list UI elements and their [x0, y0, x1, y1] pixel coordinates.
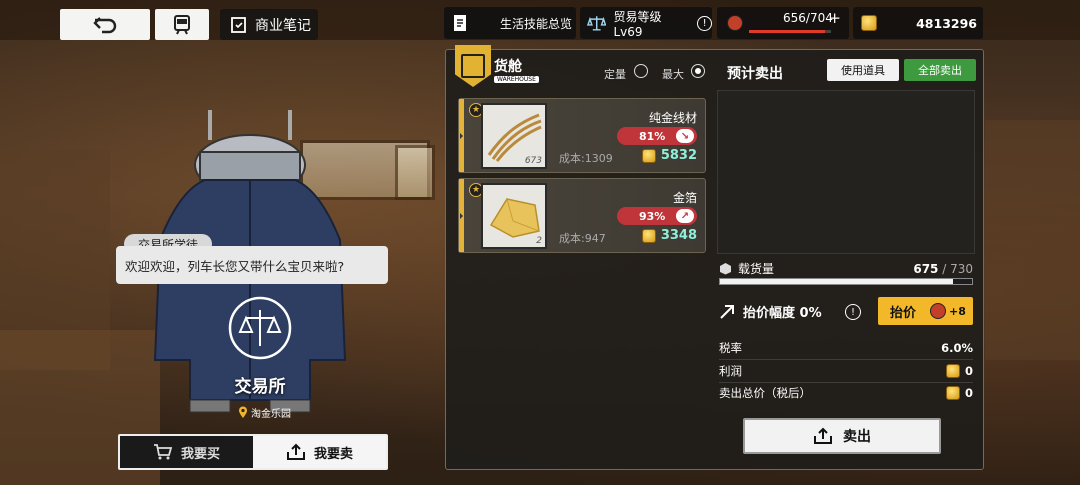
item-price: 3348: [641, 228, 697, 243]
cube-icon: [720, 263, 731, 275]
preview-title: 预计卖出: [727, 66, 783, 82]
bargain-button-label: 抬价: [890, 305, 917, 321]
coin-icon: [641, 228, 656, 243]
notebook-icon: [231, 16, 246, 33]
bargain-rate-label: 抬价幅度 0%: [743, 306, 822, 321]
cargo-capacity-row: 载货量 675 / 730: [719, 260, 973, 277]
business-notes-label: 商业笔记: [255, 17, 311, 34]
business-notes-button[interactable]: 商业笔记: [220, 9, 318, 40]
item-name: 金箔: [672, 191, 697, 205]
total-row: 卖出总价（税后） 0: [719, 385, 973, 404]
trend-up-arrow-icon: ↗: [676, 209, 694, 223]
warehouse-title: 货舱: [494, 59, 522, 75]
coin-icon: [641, 148, 656, 163]
export-tray-icon: [286, 443, 305, 460]
tax-value: 6.0%: [941, 341, 973, 355]
item-price-value: 5832: [660, 148, 697, 163]
cargo-label: 载货量: [738, 262, 775, 276]
location-pin-icon: [239, 406, 247, 418]
background-window: [395, 145, 435, 200]
item-price: 5832: [641, 148, 697, 163]
shopping-cart-icon: [153, 444, 173, 460]
trade-mode-switch: 我要买 我要卖: [118, 434, 388, 470]
item-cost: 成本:1309: [559, 152, 613, 165]
bargain-bonus: +8: [949, 304, 966, 318]
trade-panel: 货舱 WAREHOUSE 定量 最大 ★ 673 纯金线材 81% ↘ 成本:1…: [445, 45, 984, 470]
plus-icon[interactable]: +: [828, 9, 841, 27]
coin-icon: [945, 386, 960, 400]
profit-row: 利润 0: [719, 363, 973, 383]
station-name: 交易所: [234, 377, 286, 397]
fatigue-bar: [749, 30, 831, 33]
train-icon: [174, 14, 190, 34]
fixed-amount-radio[interactable]: [634, 64, 648, 78]
buy-mode-label: 我要买: [180, 446, 220, 462]
trend-down-arrow-icon: ↘: [676, 129, 694, 143]
back-button[interactable]: [60, 9, 150, 40]
location-tag: 淘金乐园: [238, 405, 291, 420]
max-amount-radio[interactable]: [691, 64, 705, 78]
sell-mode-button[interactable]: 我要卖: [253, 436, 386, 468]
undo-arrow-icon: [93, 16, 117, 33]
coin-icon: [945, 364, 960, 378]
sale-preview-area: [717, 90, 975, 254]
cargo-capacity-bar: [719, 278, 973, 285]
item-price-value: 3348: [660, 228, 697, 243]
train-button[interactable]: [155, 9, 209, 40]
export-tray-icon: [814, 427, 832, 444]
buy-mode-button[interactable]: 我要买: [120, 436, 253, 468]
life-skills-label: 生活技能总览: [500, 16, 573, 31]
use-item-button[interactable]: 使用道具: [827, 59, 899, 81]
fatigue-value: 656/704: [783, 11, 833, 25]
sell-button[interactable]: 卖出: [743, 418, 941, 454]
info-icon[interactable]: !: [697, 15, 712, 31]
cargo-item-card[interactable]: ★ 2 金箔 93% ↗ 成本:947 3348: [458, 178, 706, 253]
price-ratio-badge: 81% ↘: [617, 127, 697, 145]
item-name: 纯金线材: [648, 111, 697, 125]
dialogue-bubble[interactable]: 欢迎欢迎，列车长您又带什么宝贝来啦?: [116, 246, 388, 284]
gold-wire-image: 673: [481, 103, 547, 169]
item-cost: 成本:947: [559, 232, 606, 245]
currency-display: 4813296: [853, 7, 983, 39]
total-value: 0: [964, 386, 973, 400]
cargo-current: 675: [913, 261, 939, 276]
bargain-button[interactable]: 抬价 +8: [878, 297, 973, 325]
currency-value: 4813296: [916, 15, 977, 31]
fixed-amount-label: 定量: [604, 68, 626, 81]
warehouse-subtitle: WAREHOUSE: [494, 76, 539, 83]
price-ratio-value: 93%: [639, 209, 666, 223]
total-label: 卖出总价（税后）: [719, 386, 811, 400]
dialogue-text: 欢迎欢迎，列车长您又带什么宝贝来啦?: [125, 258, 345, 274]
warehouse-badge-icon: [455, 45, 491, 87]
item-quantity: 673: [524, 156, 542, 166]
sell-mode-label: 我要卖: [313, 446, 353, 462]
cargo-item-card[interactable]: ★ 673 纯金线材 81% ↘ 成本:1309 5832: [458, 98, 706, 173]
profit-label: 利润: [719, 364, 742, 378]
scales-icon: [587, 16, 607, 31]
coin-icon: [861, 15, 877, 31]
price-ratio-badge: 93% ↗: [617, 207, 697, 225]
tax-label: 税率: [719, 341, 742, 355]
tax-row: 税率 6.0%: [719, 340, 973, 360]
item-quantity: 2: [536, 236, 542, 246]
profit-value: 0: [964, 364, 973, 378]
document-icon: [454, 15, 466, 31]
life-skills-button[interactable]: 生活技能总览: [444, 7, 576, 39]
fatigue-face-icon: [930, 303, 947, 319]
price-ratio-value: 81%: [639, 129, 666, 143]
fatigue-meter[interactable]: 656/704 +: [717, 7, 849, 39]
background-shelf: [985, 120, 1080, 360]
gold-foil-image: 2: [481, 183, 547, 249]
trade-level-badge[interactable]: 贸易等级Lv69 !: [580, 7, 712, 39]
fatigue-face-icon: [727, 15, 743, 31]
cargo-max: 730: [950, 261, 973, 276]
max-amount-label: 最大: [662, 68, 684, 81]
trade-level-label: 贸易等级Lv69: [613, 9, 662, 39]
sell-button-label: 卖出: [843, 429, 871, 445]
trend-up-icon: [720, 304, 734, 319]
location-name: 淘金乐园: [251, 409, 291, 420]
info-icon[interactable]: !: [845, 304, 861, 320]
bargain-rate: 抬价幅度 0%: [719, 302, 822, 321]
sell-all-button[interactable]: 全部卖出: [904, 59, 976, 81]
